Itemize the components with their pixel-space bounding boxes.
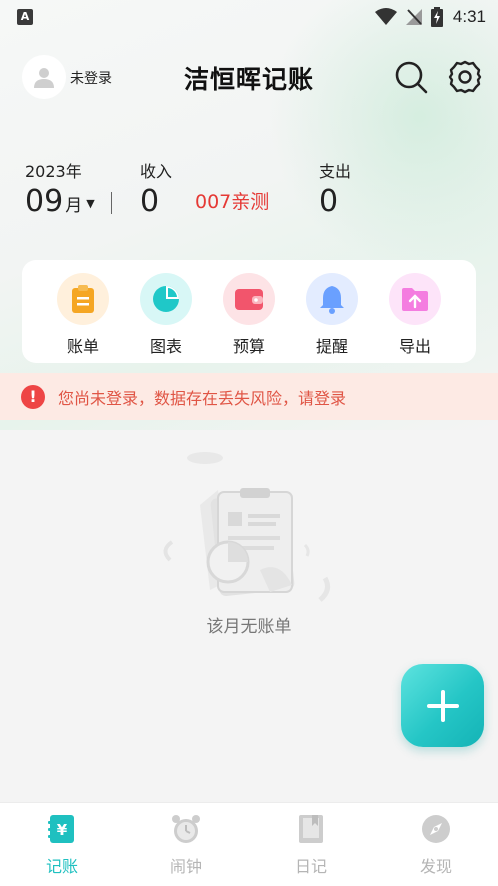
month-selector[interactable]: 09 月 ▼ [25,184,95,219]
alarm-icon [172,815,200,843]
plus-icon [426,689,459,722]
warning-text: 您尚未登录，数据存在丢失风险，请登录 [58,388,347,408]
settings-button[interactable] [446,58,484,96]
nav-label: 发现 [419,857,452,876]
bell-icon [306,273,358,325]
search-icon [395,61,428,94]
ledger-icon: ¥ [48,815,74,843]
quick-action-label: 预算 [232,337,265,356]
alert-icon: ! [21,384,45,409]
quick-action-chart[interactable]: 图表 [131,273,201,357]
export-icon [389,273,441,325]
quick-action-label: 提醒 [315,337,348,356]
notification-icon: A [17,9,33,25]
quick-action-export[interactable]: 导出 [380,273,450,357]
clock: 4:31 [452,7,486,26]
quick-action-reminder[interactable]: 提醒 [297,273,367,357]
quick-action-budget[interactable]: 预算 [214,273,284,357]
quick-action-label: 图表 [149,337,182,356]
chart-icon [140,273,192,325]
divider [111,192,112,214]
empty-state-text: 该月无账单 [206,617,292,637]
quick-action-bill[interactable]: 账单 [48,273,118,357]
nav-item-discover[interactable]: 发现 [396,813,476,877]
year-label: 2023年 [25,162,82,181]
gear-icon [448,60,482,94]
income-value: 0 [140,184,160,219]
nav-item-alarm[interactable]: 闹钟 [146,813,226,877]
nav-item-ledger[interactable]: ¥ 记账 [22,813,102,877]
income-label: 收入 [140,162,173,181]
caret-down-icon: ▼ [86,197,95,210]
nav-item-diary[interactable]: 日记 [271,813,351,877]
promo-text: 007亲测 [195,191,270,213]
compass-icon [422,815,450,843]
wallet-icon [223,273,275,325]
no-signal-icon [405,9,422,25]
login-warning-bar[interactable]: ! 您尚未登录，数据存在丢失风险，请登录 [0,373,498,420]
wifi-icon [374,8,397,25]
expense-value: 0 [319,184,339,219]
quick-actions-card: 账单 图表 预算 提醒 导出 [22,260,476,363]
quick-action-label: 账单 [66,337,99,356]
search-button[interactable] [392,58,430,96]
nav-label: 记账 [45,857,78,876]
battery-icon [430,7,443,27]
month-unit: 月 [65,196,83,216]
nav-label: 日记 [294,857,327,876]
empty-clipboard-illustration [163,452,331,602]
status-bar: A 4:31 [0,0,498,36]
month-value: 09 [25,184,64,219]
bill-icon [57,273,109,325]
quick-action-label: 导出 [398,337,431,356]
add-record-button[interactable] [401,664,484,747]
diary-icon [299,815,323,843]
svg-text:¥: ¥ [57,821,68,839]
bottom-nav: ¥ 记账 闹钟 日记 发现 [0,802,498,886]
nav-label: 闹钟 [169,857,202,876]
expense-label: 支出 [319,162,352,181]
